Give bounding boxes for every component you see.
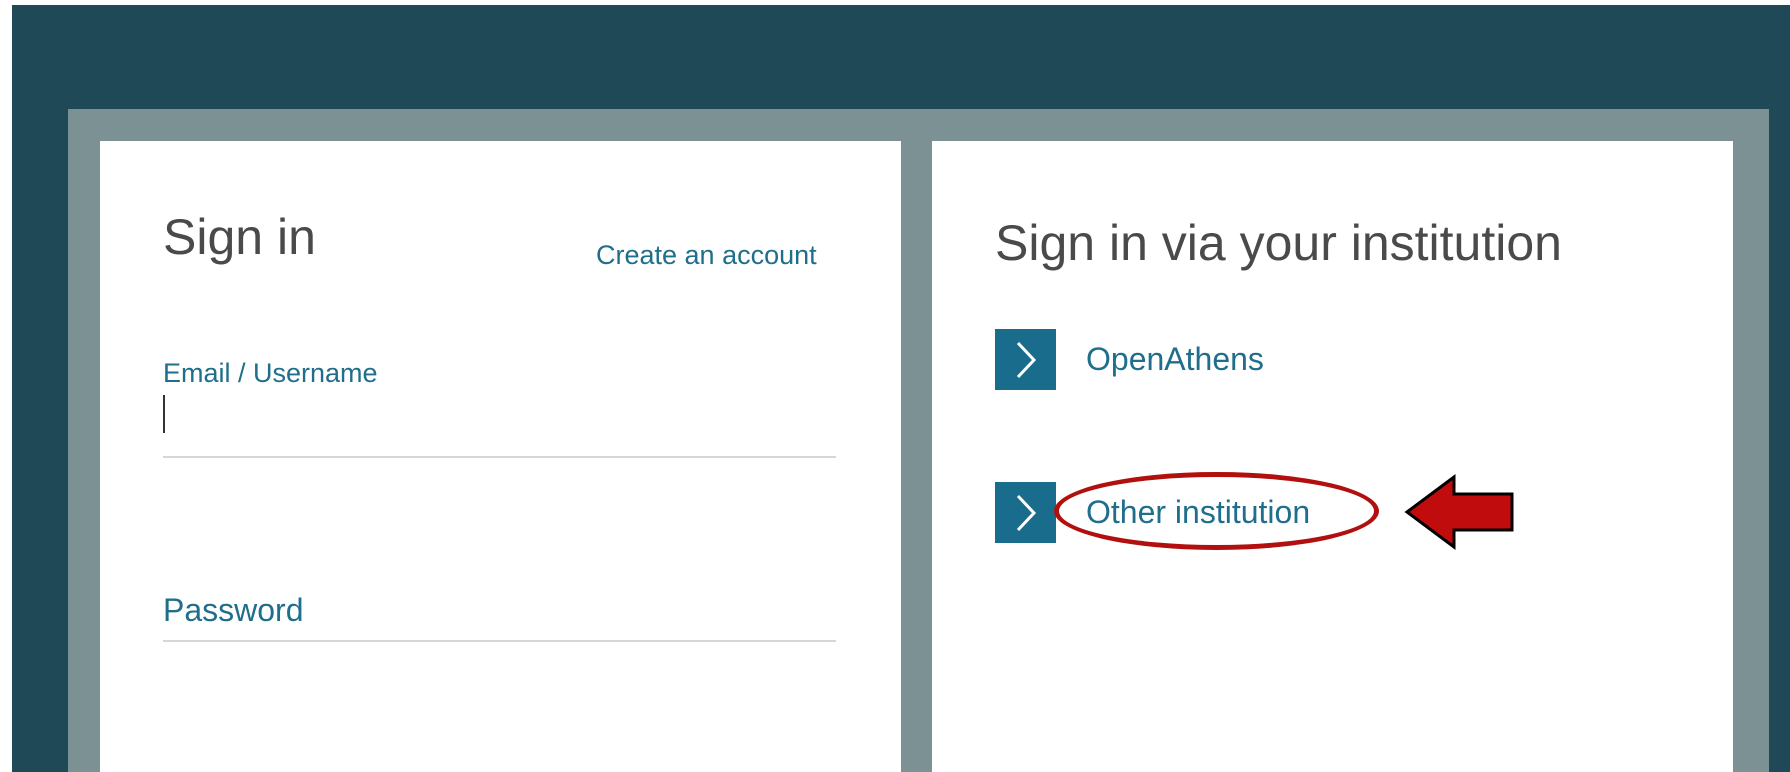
signin-title: Sign in (163, 209, 316, 265)
create-account-link[interactable]: Create an account (596, 242, 817, 269)
highlight-ellipse (1054, 472, 1379, 550)
password-input[interactable] (163, 580, 836, 642)
institution-title: Sign in via your institution (995, 215, 1562, 271)
openathens-option[interactable]: OpenAthens (995, 329, 1264, 390)
chevron-right-icon (995, 329, 1056, 390)
left-arrow-icon (1404, 474, 1514, 550)
openathens-label: OpenAthens (1086, 341, 1264, 377)
email-username-input[interactable] (163, 392, 836, 458)
chevron-right-icon (995, 482, 1056, 543)
text-cursor (163, 395, 165, 433)
email-username-label: Email / Username (163, 358, 378, 388)
